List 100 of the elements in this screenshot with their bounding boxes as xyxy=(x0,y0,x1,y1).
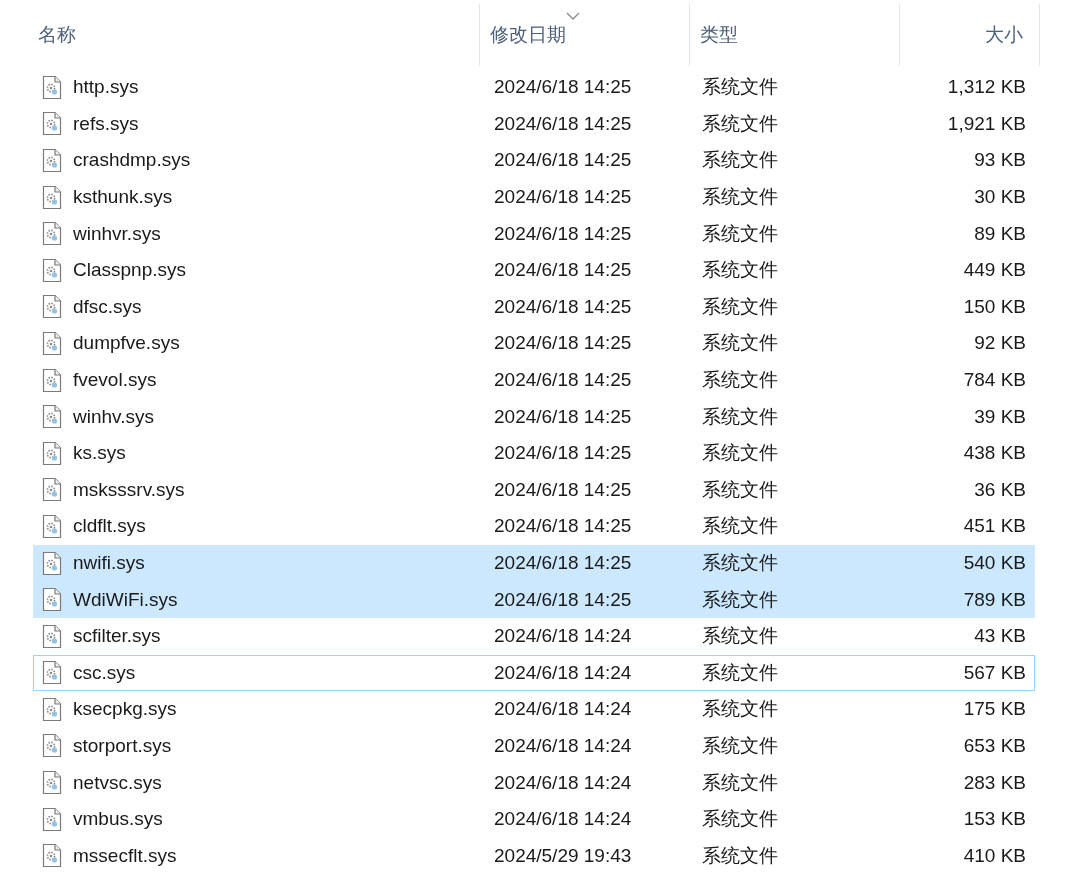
file-size: 89 KB xyxy=(974,222,1026,245)
file-name: scfilter.sys xyxy=(73,625,161,648)
column-header[interactable]: 类型 xyxy=(690,4,900,66)
file-row[interactable]: WdiWiFi.sys 2024/6/18 14:25 系统文件 789 KB xyxy=(33,581,1035,618)
file-name: dumpfve.sys xyxy=(73,332,180,355)
file-type: 系统文件 xyxy=(702,660,778,685)
file-row[interactable]: crashdmp.sys 2024/6/18 14:25 系统文件 93 KB xyxy=(33,142,1035,179)
file-type: 系统文件 xyxy=(702,770,778,795)
column-header[interactable]: 修改日期 xyxy=(480,4,690,66)
file-type: 系统文件 xyxy=(702,807,778,832)
file-row[interactable]: netvsc.sys 2024/6/18 14:24 系统文件 283 KB xyxy=(33,764,1035,801)
file-type: 系统文件 xyxy=(702,185,778,210)
modified-date: 2024/6/18 14:24 xyxy=(494,771,632,794)
file-type: 系统文件 xyxy=(702,734,778,758)
file-size: 30 KB xyxy=(974,186,1026,209)
modified-date: 2024/6/18 14:25 xyxy=(494,478,632,501)
file-name: fvevol.sys xyxy=(73,369,157,392)
file-type: 系统文件 xyxy=(702,697,778,722)
system-file-icon xyxy=(42,404,62,430)
file-type: 系统文件 xyxy=(702,258,778,283)
file-type: 系统文件 xyxy=(702,404,778,429)
modified-date: 2024/6/18 14:24 xyxy=(494,661,632,684)
file-name: http.sys xyxy=(73,76,139,99)
column-header[interactable]: 名称 xyxy=(28,4,480,66)
file-row[interactable]: msksssrv.sys 2024/6/18 14:25 系统文件 36 KB xyxy=(33,471,1035,509)
column-header[interactable]: 大小 xyxy=(900,4,1040,66)
file-row[interactable]: scfilter.sys 2024/6/18 14:24 系统文件 43 KB xyxy=(33,617,1035,655)
system-file-icon xyxy=(42,513,62,539)
modified-date: 2024/6/18 14:25 xyxy=(494,149,632,172)
file-type: 系统文件 xyxy=(702,441,778,466)
file-size: 36 KB xyxy=(974,478,1026,501)
modified-date: 2024/6/18 14:25 xyxy=(494,442,632,465)
file-size: 1,921 KB xyxy=(947,112,1026,135)
file-name: netvsc.sys xyxy=(73,771,162,794)
file-row[interactable]: ks.sys 2024/6/18 14:25 系统文件 438 KB xyxy=(33,434,1035,472)
file-type: 系统文件 xyxy=(702,843,778,868)
file-type: 系统文件 xyxy=(702,514,778,539)
modified-date: 2024/6/18 14:24 xyxy=(494,808,632,831)
file-row[interactable]: Classpnp.sys 2024/6/18 14:25 系统文件 449 KB xyxy=(33,251,1035,289)
modified-date: 2024/6/18 14:24 xyxy=(494,625,632,648)
system-file-icon xyxy=(42,440,62,466)
modified-date: 2024/6/18 14:25 xyxy=(494,515,632,538)
system-file-icon xyxy=(42,660,62,686)
system-file-icon xyxy=(42,770,62,796)
system-file-icon xyxy=(42,623,62,649)
system-file-icon xyxy=(42,184,62,210)
file-name: winhv.sys xyxy=(73,405,154,428)
file-name: storport.sys xyxy=(73,735,172,757)
system-file-icon xyxy=(42,294,62,320)
file-size: 789 KB xyxy=(963,588,1026,611)
system-file-icon xyxy=(42,806,62,832)
file-row[interactable]: winhv.sys 2024/6/18 14:25 系统文件 39 KB xyxy=(33,398,1035,435)
modified-date: 2024/6/18 14:25 xyxy=(494,588,632,611)
file-size: 175 KB xyxy=(963,698,1026,721)
file-name: msksssrv.sys xyxy=(73,478,185,501)
modified-date: 2024/5/29 19:43 xyxy=(494,844,632,867)
file-name: ksthunk.sys xyxy=(73,186,173,209)
file-type: 系统文件 xyxy=(702,551,778,575)
file-type: 系统文件 xyxy=(702,221,778,246)
file-row[interactable]: ksthunk.sys 2024/6/18 14:25 系统文件 30 KB xyxy=(33,178,1035,216)
file-size: 92 KB xyxy=(974,332,1026,355)
file-row[interactable]: ksecpkg.sys 2024/6/18 14:24 系统文件 175 KB xyxy=(33,691,1035,728)
file-size: 540 KB xyxy=(963,552,1026,574)
file-name: ks.sys xyxy=(73,442,126,465)
system-file-icon xyxy=(42,696,62,722)
file-row[interactable]: dumpfve.sys 2024/6/18 14:25 系统文件 92 KB xyxy=(33,325,1035,362)
file-row[interactable]: vmbus.sys 2024/6/18 14:24 系统文件 153 KB xyxy=(33,800,1035,838)
system-file-icon xyxy=(42,74,62,100)
file-row[interactable]: http.sys 2024/6/18 14:25 系统文件 1,312 KB xyxy=(33,69,1035,106)
file-row[interactable]: refs.sys 2024/6/18 14:25 系统文件 1,921 KB xyxy=(33,105,1035,143)
file-row[interactable]: dfsc.sys 2024/6/18 14:25 系统文件 150 KB xyxy=(33,288,1035,326)
system-file-icon xyxy=(42,587,62,613)
file-size: 153 KB xyxy=(963,808,1026,831)
file-name: dfsc.sys xyxy=(73,295,142,318)
system-file-icon xyxy=(42,550,62,576)
file-row[interactable]: cldflt.sys 2024/6/18 14:25 系统文件 451 KB xyxy=(33,508,1035,545)
modified-date: 2024/6/18 14:25 xyxy=(494,222,632,245)
file-size: 43 KB xyxy=(974,625,1026,648)
file-row[interactable]: storport.sys 2024/6/18 14:24 系统文件 653 KB xyxy=(33,727,1035,765)
file-name: nwifi.sys xyxy=(73,552,145,574)
file-row[interactable]: fvevol.sys 2024/6/18 14:25 系统文件 784 KB xyxy=(33,361,1035,399)
file-type: 系统文件 xyxy=(702,624,778,649)
file-size: 150 KB xyxy=(963,295,1026,318)
system-file-icon xyxy=(42,257,62,283)
modified-date: 2024/6/18 14:24 xyxy=(494,735,632,757)
system-file-icon xyxy=(42,367,62,393)
file-size: 438 KB xyxy=(963,442,1026,465)
file-row[interactable]: winhvr.sys 2024/6/18 14:25 系统文件 89 KB xyxy=(33,215,1035,252)
file-name: refs.sys xyxy=(73,112,139,135)
file-name: crashdmp.sys xyxy=(73,149,191,172)
file-type: 系统文件 xyxy=(702,331,778,356)
modified-date: 2024/6/18 14:25 xyxy=(494,405,632,428)
modified-date: 2024/6/18 14:25 xyxy=(494,112,632,135)
modified-date: 2024/6/18 14:25 xyxy=(494,76,632,99)
file-type: 系统文件 xyxy=(702,477,778,502)
modified-date: 2024/6/18 14:25 xyxy=(494,186,632,209)
file-row[interactable]: csc.sys 2024/6/18 14:24 系统文件 567 KB xyxy=(33,654,1035,692)
file-name: WdiWiFi.sys xyxy=(73,588,178,611)
file-row[interactable]: mssecflt.sys 2024/5/29 19:43 系统文件 410 KB xyxy=(33,837,1035,875)
file-row[interactable]: nwifi.sys 2024/6/18 14:25 系统文件 540 KB xyxy=(33,544,1035,582)
